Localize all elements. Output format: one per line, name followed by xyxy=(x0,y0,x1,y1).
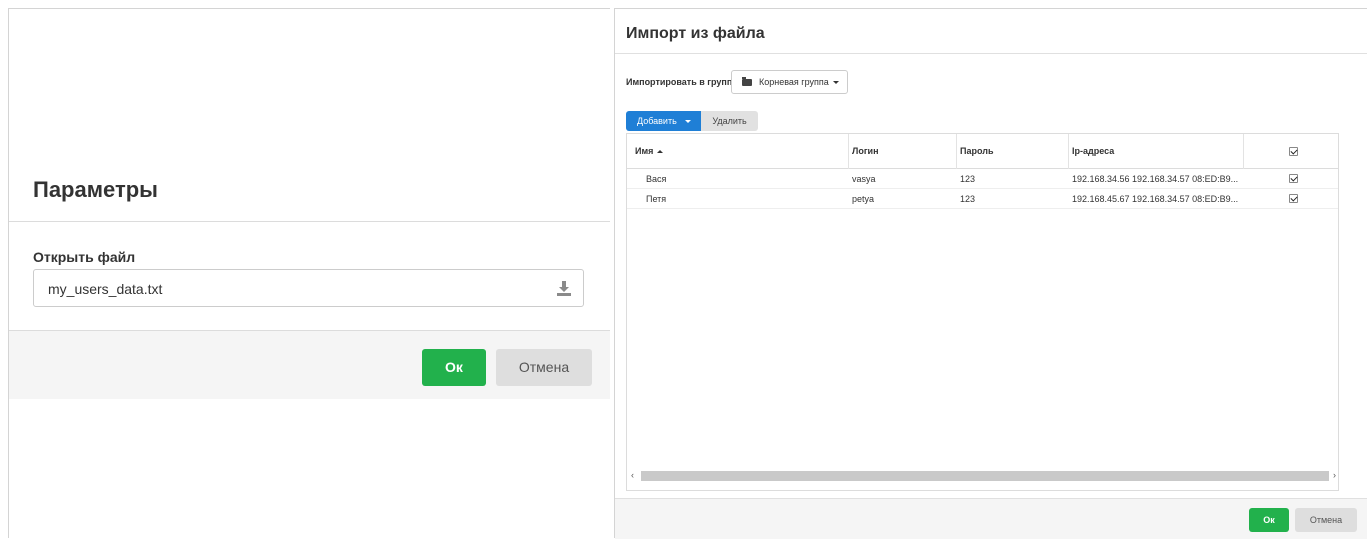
group-select[interactable]: Корневая группа xyxy=(731,70,848,94)
sort-asc-icon xyxy=(657,150,664,154)
file-input-value: my_users_data.txt xyxy=(48,281,163,297)
folder-icon xyxy=(742,77,752,86)
column-header-login[interactable]: Логин xyxy=(852,134,879,169)
dialog-title: Импорт из файла xyxy=(626,25,765,42)
cell-name: Петя xyxy=(646,194,667,204)
cell-login: vasya xyxy=(852,174,876,184)
table-header: Имя Логин Пароль Ip-адреса xyxy=(627,134,1338,169)
add-button-label: Добавить xyxy=(637,116,677,126)
ok-button[interactable]: Ок xyxy=(422,349,486,386)
column-divider xyxy=(956,134,957,169)
cell-ips: 192.168.34.56 192.168.34.57 08:ED:B9... xyxy=(1072,174,1239,184)
cell-password: 123 xyxy=(960,194,976,204)
divider xyxy=(9,221,610,222)
column-divider xyxy=(848,134,849,169)
cell-name: Вася xyxy=(646,174,667,184)
import-group-label: Импортировать в группу xyxy=(626,77,738,87)
download-icon[interactable] xyxy=(557,280,571,296)
parameters-dialog: Параметры Открыть файл my_users_data.txt… xyxy=(8,8,610,538)
column-header-name[interactable]: Имя xyxy=(635,134,664,169)
delete-button[interactable]: Удалить xyxy=(701,111,758,131)
ok-button[interactable]: Ок xyxy=(1249,508,1289,532)
column-divider xyxy=(1243,134,1244,169)
chevron-down-icon xyxy=(685,120,691,123)
cell-ips: 192.168.45.67 192.168.34.57 08:ED:B9... xyxy=(1072,194,1239,204)
select-all-checkbox[interactable] xyxy=(1289,147,1298,156)
users-table: Имя Логин Пароль Ip-адреса Вася vasya 12… xyxy=(626,133,1339,491)
horizontal-scrollbar[interactable]: ‹ › xyxy=(627,469,1338,483)
cell-password: 123 xyxy=(960,174,976,184)
dialog-footer: Ок Отмена xyxy=(9,330,610,399)
open-file-label: Открыть файл xyxy=(33,249,136,265)
cancel-button[interactable]: Отмена xyxy=(496,349,592,386)
chevron-down-icon xyxy=(833,81,839,84)
table-row[interactable]: Петя petya 123 192.168.45.67 192.168.34.… xyxy=(627,189,1338,209)
cancel-button[interactable]: Отмена xyxy=(1295,508,1357,532)
row-checkbox[interactable] xyxy=(1289,174,1298,183)
group-select-value: Корневая группа xyxy=(759,77,829,87)
screen: Параметры Открыть файл my_users_data.txt… xyxy=(0,0,1367,539)
column-header-ips[interactable]: Ip-адреса xyxy=(1072,134,1114,169)
row-checkbox[interactable] xyxy=(1289,194,1298,203)
dialog-title: Параметры xyxy=(33,177,158,202)
table-row[interactable]: Вася vasya 123 192.168.34.56 192.168.34.… xyxy=(627,169,1338,189)
import-dialog: Импорт из файла Импортировать в группу К… xyxy=(614,8,1367,539)
scroll-right-icon[interactable]: › xyxy=(1333,470,1336,480)
file-input[interactable]: my_users_data.txt xyxy=(33,269,584,307)
column-header-password[interactable]: Пароль xyxy=(960,134,994,169)
cell-login: petya xyxy=(852,194,875,204)
column-divider xyxy=(1068,134,1069,169)
dialog-footer: Ок Отмена xyxy=(615,499,1367,539)
scrollbar-thumb[interactable] xyxy=(641,471,1329,481)
add-button[interactable]: Добавить xyxy=(626,111,701,131)
divider xyxy=(615,53,1367,54)
scroll-left-icon[interactable]: ‹ xyxy=(631,470,634,480)
